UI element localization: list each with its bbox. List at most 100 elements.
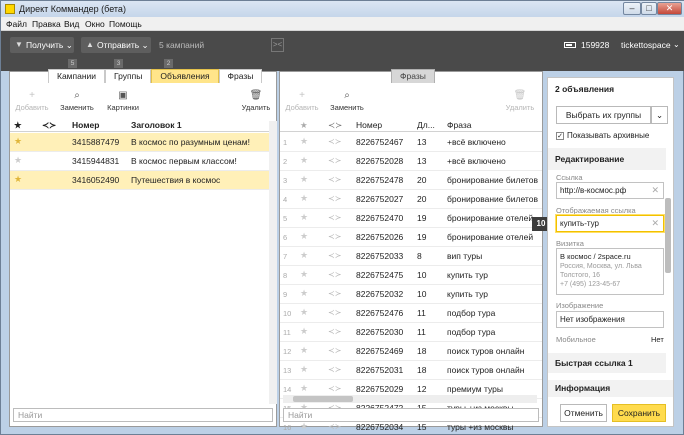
table-row[interactable]: 12 ★ ≺≻ 8226752469 18 поиск туров онлайн: [280, 342, 542, 361]
ad-title: Путешествия в космос: [131, 175, 221, 185]
status-column-header[interactable]: ≺≻: [328, 120, 342, 131]
phrase-length: 10: [417, 289, 427, 299]
row-index: 5: [283, 214, 288, 223]
phrases-search-input[interactable]: Найти: [283, 408, 539, 422]
phrase-column-header[interactable]: Фраза: [447, 120, 471, 130]
menu-view[interactable]: Вид: [64, 19, 79, 29]
add-phrase-button[interactable]: + Добавить: [284, 90, 320, 112]
editing-section-title: Редактирование: [548, 148, 666, 170]
star-icon[interactable]: ★: [14, 174, 22, 185]
number-column-header[interactable]: Номер: [356, 120, 382, 130]
add-ad-button[interactable]: + Добавить: [14, 90, 50, 112]
choose-group-button[interactable]: Выбрать их группы: [556, 106, 651, 124]
table-row[interactable]: ★ 3416052490 Путешествия в космос: [10, 171, 276, 190]
chevron-down-icon: ⌄: [141, 40, 149, 50]
title-column-header[interactable]: Заголовок 1: [131, 120, 182, 130]
display-link-input[interactable]: купить-тур ✕: [556, 215, 664, 232]
search-icon: ⌕: [344, 90, 350, 101]
get-button[interactable]: ▼ Получить ⌄: [10, 37, 74, 53]
info-section-title[interactable]: Информация: [548, 380, 673, 397]
phrases-hscrollbar[interactable]: [283, 395, 537, 403]
vcard-field[interactable]: В космос / 2space.ru Россия, Москва, ул.…: [556, 248, 664, 295]
star-icon[interactable]: ★: [300, 174, 308, 185]
star-column-header[interactable]: ★: [14, 120, 22, 131]
replace-ad-button[interactable]: ⌕ Заменить: [57, 90, 97, 112]
images-button[interactable]: ▣ Картинки: [103, 90, 143, 112]
tab-groups[interactable]: Группы: [105, 69, 152, 83]
menu-help[interactable]: Помощь: [109, 19, 142, 29]
star-icon[interactable]: ★: [300, 288, 308, 299]
ads-search-input[interactable]: Найти: [13, 408, 273, 422]
phrase-text: премиум туры: [447, 384, 503, 394]
phrase-number: 8226752031: [356, 365, 404, 375]
table-row[interactable]: 5 ★ ≺≻ 8226752470 19 бронирование отелей: [280, 209, 542, 228]
clear-icon[interactable]: ✕: [651, 216, 659, 231]
table-row[interactable]: 11 ★ ≺≻ 8226752030 11 подбор тура: [280, 323, 542, 342]
close-button[interactable]: ✕: [657, 2, 682, 15]
cancel-button[interactable]: Отменить: [560, 404, 607, 422]
star-icon[interactable]: ★: [14, 136, 22, 147]
table-row[interactable]: 1 ★ ≺≻ 8226752467 13 +всё включено: [280, 133, 542, 152]
table-row[interactable]: 10 ★ ≺≻ 8226752476 11 подбор тура: [280, 304, 542, 323]
table-row[interactable]: 2 ★ ≺≻ 8226752028 13 +всё включено: [280, 152, 542, 171]
star-icon[interactable]: ★: [300, 421, 308, 432]
table-row[interactable]: 7 ★ ≺≻ 8226752033 8 вип туры: [280, 247, 542, 266]
tab-phrases-panel[interactable]: Фразы: [391, 69, 435, 83]
star-icon[interactable]: ★: [300, 326, 308, 337]
account-name[interactable]: tickettospace: [621, 40, 671, 50]
minimize-button[interactable]: –: [623, 2, 641, 15]
star-icon[interactable]: ★: [300, 383, 308, 394]
star-icon[interactable]: ★: [300, 345, 308, 356]
length-column-header[interactable]: Дл...: [417, 120, 435, 130]
tab-phrases[interactable]: Фразы: [218, 69, 263, 83]
show-archived-checkbox[interactable]: ✓: [556, 132, 564, 140]
number-column-header[interactable]: Номер: [72, 120, 99, 130]
table-row[interactable]: ★ 3415944831 В космос первым классом!: [10, 152, 276, 171]
star-icon[interactable]: ★: [300, 231, 308, 242]
edit-panel-scrollbar[interactable]: [665, 198, 671, 273]
menu-file[interactable]: Файл: [6, 19, 27, 29]
replace-phrase-button[interactable]: ⌕ Заменить: [327, 90, 367, 112]
menu-window[interactable]: Окно: [85, 19, 105, 29]
tab-ads[interactable]: Объявления: [151, 69, 219, 83]
table-row[interactable]: 6 ★ ≺≻ 8226752026 19 бронирование отелей: [280, 228, 542, 247]
table-row[interactable]: 3 ★ ≺≻ 8226752478 20 бронирование билетов: [280, 171, 542, 190]
clear-icon[interactable]: ✕: [651, 183, 659, 198]
collapse-panels-icon[interactable]: ><: [271, 38, 284, 52]
star-icon[interactable]: ★: [14, 155, 22, 166]
hscroll-thumb[interactable]: [293, 396, 353, 402]
star-icon[interactable]: ★: [300, 193, 308, 204]
table-row[interactable]: 4 ★ ≺≻ 8226752027 20 бронирование билетов: [280, 190, 542, 209]
table-row[interactable]: 8 ★ ≺≻ 8226752475 10 купить тур: [280, 266, 542, 285]
link-input[interactable]: http://в-космос.рф ✕: [556, 182, 664, 199]
delete-ad-button[interactable]: 🗑 Удалить: [238, 90, 274, 112]
menu-edit[interactable]: Правка: [32, 19, 61, 29]
row-index: 10: [283, 309, 292, 318]
tab-campaigns[interactable]: Кампании: [48, 69, 106, 83]
maximize-button[interactable]: □: [641, 2, 657, 15]
chevron-down-icon[interactable]: ⌄: [673, 40, 680, 49]
table-row[interactable]: 13 ★ ≺≻ 8226752031 18 поиск туров онлайн: [280, 361, 542, 380]
table-row[interactable]: 9 ★ ≺≻ 8226752032 10 купить тур: [280, 285, 542, 304]
quicklink-section-title[interactable]: Быстрая ссылка 1: [548, 353, 666, 373]
phrase-text: подбор тура: [447, 308, 496, 318]
mobile-value[interactable]: Нет: [651, 335, 664, 344]
send-button[interactable]: ▲ Отправить ⌄: [81, 37, 151, 53]
star-icon[interactable]: ★: [300, 307, 308, 318]
toolbar: ▼ Получить ⌄ ▲ Отправить ⌄ 5 кампаний ><…: [1, 31, 684, 59]
table-row[interactable]: ★ 3415887479 В космос по разумным ценам!: [10, 133, 276, 152]
delete-phrase-button[interactable]: 🗑 Удалить: [502, 90, 538, 112]
star-icon[interactable]: ★: [300, 269, 308, 280]
status-column-header[interactable]: ≺≻: [42, 120, 56, 131]
star-icon[interactable]: ★: [300, 155, 308, 166]
star-icon[interactable]: ★: [300, 212, 308, 223]
star-column-header[interactable]: ★: [300, 120, 308, 131]
star-icon[interactable]: ★: [300, 136, 308, 147]
star-icon[interactable]: ★: [300, 364, 308, 375]
star-icon[interactable]: ★: [300, 250, 308, 261]
title-bar: Директ Коммандер (бета) – □ ✕: [1, 1, 684, 17]
ads-scrollbar[interactable]: [269, 121, 277, 404]
chevron-down-icon[interactable]: ⌄: [651, 106, 668, 124]
save-button[interactable]: Сохранить: [612, 404, 666, 422]
image-field[interactable]: Нет изображения: [556, 311, 664, 328]
